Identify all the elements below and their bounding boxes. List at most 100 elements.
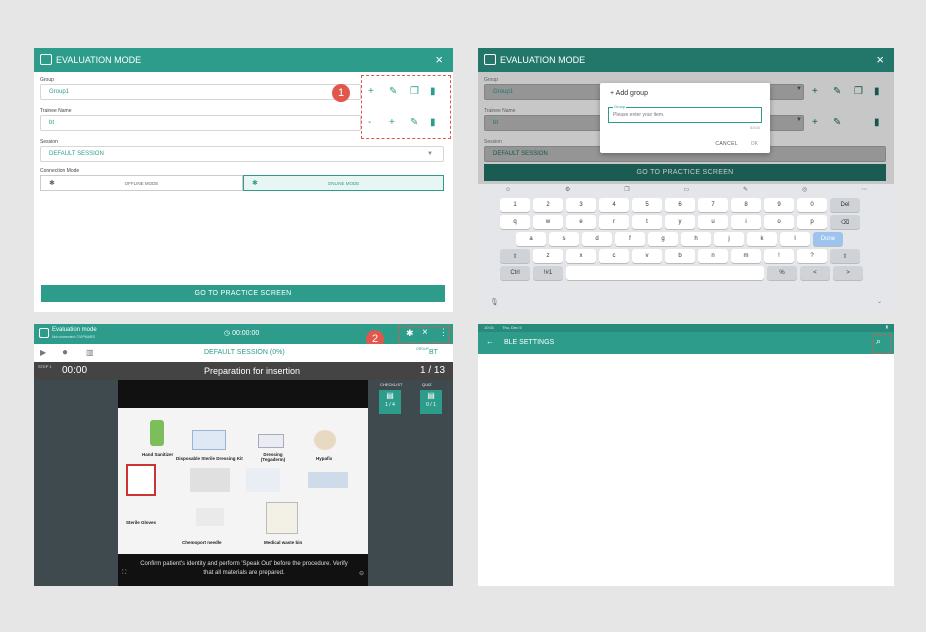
label-dressing-kit: Disposable Sterile Dressing Kit bbox=[176, 456, 243, 461]
session-select[interactable]: DEFAULT SESSION ▼ bbox=[40, 146, 444, 162]
key-1-9[interactable]: p bbox=[797, 215, 827, 229]
mic-icon[interactable]: 🎙 bbox=[490, 298, 499, 306]
key-2-8[interactable]: l bbox=[780, 232, 810, 246]
close-icon[interactable]: × bbox=[435, 52, 443, 67]
expand-icon[interactable]: ⛶ bbox=[122, 570, 126, 577]
key-1-10[interactable]: ⌫ bbox=[830, 215, 860, 229]
label-dressing: Dressing (Tegaderm) bbox=[260, 452, 286, 462]
group-name-input[interactable]: Group Please enter your item. bbox=[608, 104, 762, 123]
key-1-8[interactable]: o bbox=[764, 215, 794, 229]
session-label: Session bbox=[40, 139, 58, 145]
checklist-button[interactable]: ▤ 1 / 4 bbox=[379, 390, 401, 414]
key-3-5[interactable]: b bbox=[665, 249, 695, 263]
key-3-6[interactable]: n bbox=[698, 249, 728, 263]
key-3-8[interactable]: ! bbox=[764, 249, 794, 263]
chart-icon[interactable]: ▥ bbox=[86, 348, 94, 357]
key-4-1[interactable]: !#1 bbox=[533, 266, 563, 280]
back-arrow-icon[interactable]: ← bbox=[486, 337, 494, 346]
group-field[interactable]: Group1 bbox=[40, 84, 361, 100]
key-2-4[interactable]: g bbox=[648, 232, 678, 246]
key-3-9[interactable]: ? bbox=[797, 249, 827, 263]
key-3-2[interactable]: x bbox=[566, 249, 596, 263]
key-0-3[interactable]: 4 bbox=[599, 198, 629, 212]
trainee-field[interactable]: bt bbox=[40, 115, 361, 131]
translate-icon[interactable]: ◎ bbox=[802, 186, 807, 193]
key-0-4[interactable]: 5 bbox=[632, 198, 662, 212]
keyboard-toolbar: ☺ ⚙ ❐ ▭ ✎ ◎ ⋯ bbox=[478, 184, 894, 195]
offline-mode-button[interactable]: ✱ OFFLINE MODE bbox=[40, 175, 243, 191]
emoji-icon[interactable]: ☺ bbox=[505, 187, 511, 193]
key-2-3[interactable]: f bbox=[615, 232, 645, 246]
char-counter: 0/100 bbox=[749, 125, 760, 130]
key-2-7[interactable]: k bbox=[747, 232, 777, 246]
key-4-4[interactable]: < bbox=[800, 266, 830, 280]
page-title: BLE SETTINGS bbox=[504, 339, 555, 346]
key-2-1[interactable]: s bbox=[549, 232, 579, 246]
key-2-6[interactable]: j bbox=[714, 232, 744, 246]
settings-icon[interactable]: ⚙ bbox=[565, 186, 570, 193]
add-group-dialog: + Add group Group Please enter your item… bbox=[600, 83, 770, 153]
label-hand-sanitizer: Hand Sanitizer bbox=[142, 452, 174, 457]
label-hypafix: Hypafix bbox=[316, 456, 333, 461]
virtual-keyboard: ☺ ⚙ ❐ ▭ ✎ ◎ ⋯ 1 2 3 4 5 6 7 8 9 0 Del q w e r t y u i o p ⌫ a s… bbox=[478, 184, 894, 312]
key-4-5[interactable]: > bbox=[833, 266, 863, 280]
key-1-4[interactable]: t bbox=[632, 215, 662, 229]
key-1-6[interactable]: u bbox=[698, 215, 728, 229]
key-1-1[interactable]: w bbox=[533, 215, 563, 229]
key-3-1[interactable]: z bbox=[533, 249, 563, 263]
key-0-6[interactable]: 7 bbox=[698, 198, 728, 212]
key-0-5[interactable]: 6 bbox=[665, 198, 695, 212]
stop-icon[interactable]: ● bbox=[62, 347, 68, 358]
quiz-button[interactable]: ▤ 0 / 1 bbox=[420, 390, 442, 414]
key-3-4[interactable]: v bbox=[632, 249, 662, 263]
key-0-1[interactable]: 2 bbox=[533, 198, 563, 212]
key-4-2[interactable] bbox=[566, 266, 764, 280]
key-4-3[interactable]: % bbox=[767, 266, 797, 280]
key-2-2[interactable]: d bbox=[582, 232, 612, 246]
key-2-0[interactable]: a bbox=[516, 232, 546, 246]
key-1-5[interactable]: y bbox=[665, 215, 695, 229]
key-2-5[interactable]: h bbox=[681, 232, 711, 246]
key-3-10[interactable]: ⇧ bbox=[830, 249, 860, 263]
key-0-7[interactable]: 8 bbox=[731, 198, 761, 212]
quiz-icon: ▤ bbox=[427, 391, 435, 400]
key-3-7[interactable]: m bbox=[731, 249, 761, 263]
chemoport-needle-image bbox=[196, 508, 224, 526]
ok-button[interactable]: OK bbox=[751, 141, 758, 147]
key-0-10[interactable]: Del bbox=[830, 198, 860, 212]
clipboard-icon[interactable]: ❐ bbox=[624, 186, 629, 193]
key-0-8[interactable]: 9 bbox=[764, 198, 794, 212]
key-1-3[interactable]: r bbox=[599, 215, 629, 229]
bluetooth-off-icon: ✱ bbox=[49, 180, 55, 187]
handwriting-icon[interactable]: ✎ bbox=[743, 186, 748, 193]
link-icon[interactable]: ⊖ bbox=[359, 570, 364, 577]
key-3-3[interactable]: c bbox=[599, 249, 629, 263]
close-icon[interactable]: × bbox=[876, 52, 884, 67]
key-1-0[interactable]: q bbox=[500, 215, 530, 229]
panel-ble-settings: 10:01 Thu, Dec 5 ▮ ← BLE SETTINGS ⌕ bbox=[478, 324, 894, 586]
chevron-down-icon[interactable]: ⌄ bbox=[877, 298, 882, 305]
step-count: 1 / 13 bbox=[420, 365, 446, 376]
key-2-9[interactable]: Done bbox=[813, 232, 843, 246]
key-4-0[interactable]: Ctrl bbox=[500, 266, 530, 280]
key-1-7[interactable]: i bbox=[731, 215, 761, 229]
highlight-box bbox=[398, 326, 450, 343]
more-icon[interactable]: ⋯ bbox=[861, 186, 867, 193]
quiz-label: QUIZ bbox=[422, 382, 432, 387]
keyboard-icon[interactable]: ▭ bbox=[683, 186, 689, 193]
step-media: Hand Sanitizer Disposable Sterile Dressi… bbox=[118, 380, 368, 586]
play-icon[interactable]: ▶ bbox=[40, 348, 46, 357]
key-0-2[interactable]: 3 bbox=[566, 198, 596, 212]
online-mode-button[interactable]: ✱ ONLINE MODE bbox=[243, 175, 444, 191]
equipment-image: Hand Sanitizer Disposable Sterile Dressi… bbox=[118, 408, 368, 554]
key-0-0[interactable]: 1 bbox=[500, 198, 530, 212]
cancel-button[interactable]: CANCEL bbox=[715, 141, 738, 147]
header-bar: Evaluation mode Not connected: CVIPMARS … bbox=[34, 324, 453, 344]
waste-bin-image bbox=[266, 502, 298, 534]
key-3-0[interactable]: ⇧ bbox=[500, 249, 530, 263]
step-time: 00:00 bbox=[62, 365, 88, 376]
go-to-practice-button[interactable]: GO TO PRACTICE SCREEN bbox=[41, 285, 445, 302]
key-0-9[interactable]: 0 bbox=[797, 198, 827, 212]
connection-status: Not connected: CVIPMARS bbox=[52, 335, 95, 339]
key-1-2[interactable]: e bbox=[566, 215, 596, 229]
